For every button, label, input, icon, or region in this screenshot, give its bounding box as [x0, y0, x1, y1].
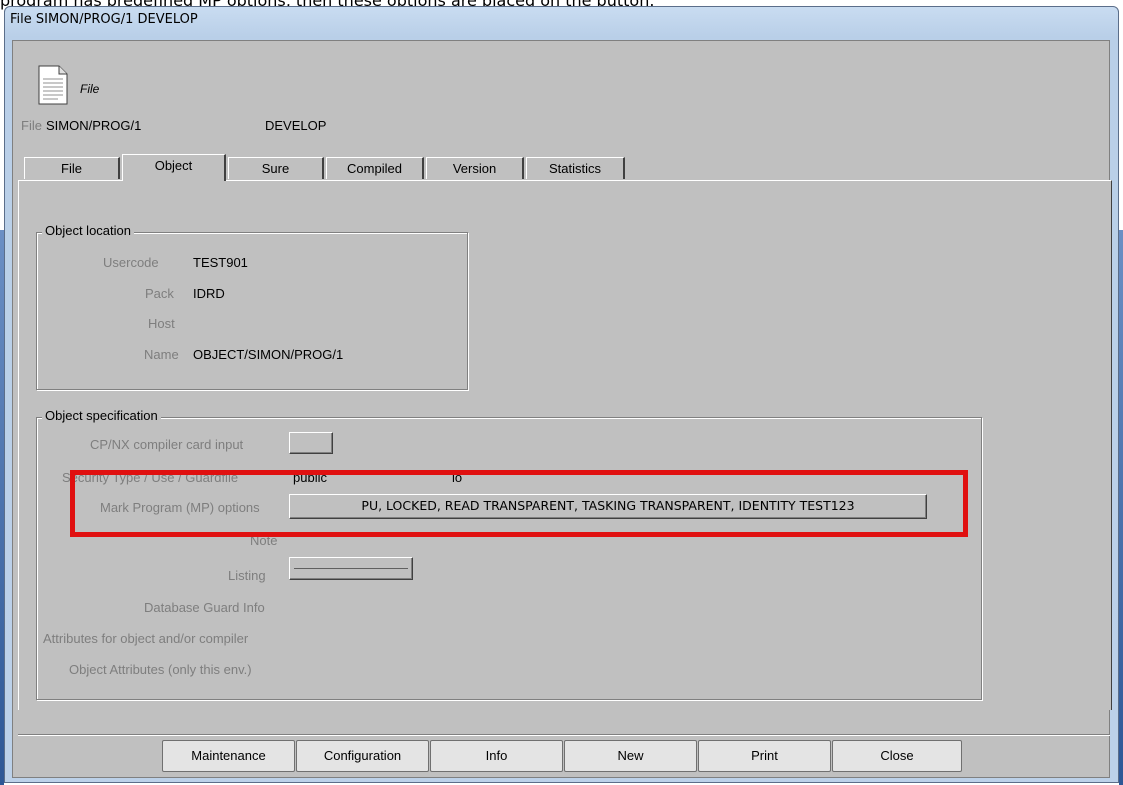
tab-statistics[interactable]: Statistics — [526, 157, 625, 179]
listing-button-line — [294, 568, 408, 569]
new-button[interactable]: New — [564, 740, 697, 772]
file-name: SIMON/PROG/1 — [46, 118, 142, 133]
object-specification-group — [36, 417, 982, 700]
highlight-box — [70, 470, 968, 537]
tab-object[interactable]: Object — [122, 154, 226, 181]
pack-value: IDRD — [193, 286, 225, 301]
tab-version[interactable]: Version — [426, 157, 524, 179]
database-guard-label: Database Guard Info — [144, 600, 265, 615]
name-value: OBJECT/SIMON/PROG/1 — [193, 347, 344, 362]
host-label: Host — [148, 316, 175, 331]
usercode-label: Usercode — [103, 255, 159, 270]
listing-button[interactable] — [289, 557, 413, 580]
tab-file[interactable]: File — [24, 157, 120, 179]
print-button[interactable]: Print — [698, 740, 831, 772]
file-icon — [38, 65, 68, 105]
object-location-title: Object location — [42, 223, 134, 238]
object-attributes-label: Object Attributes (only this env.) — [69, 662, 252, 677]
environment-name: DEVELOP — [265, 118, 327, 133]
tab-compiled[interactable]: Compiled — [326, 157, 424, 179]
close-button[interactable]: Close — [832, 740, 962, 772]
listing-label: Listing — [228, 568, 266, 583]
bottom-separator — [18, 734, 1110, 736]
tab-sure[interactable]: Sure — [228, 157, 324, 179]
maintenance-button[interactable]: Maintenance — [162, 740, 295, 772]
cpnx-label: CP/NX compiler card input — [90, 437, 244, 452]
desktop-edge-right — [1119, 230, 1123, 785]
object-specification-title: Object specification — [42, 408, 161, 423]
pack-label: Pack — [145, 286, 174, 301]
configuration-button[interactable]: Configuration — [296, 740, 429, 772]
window-title: File SIMON/PROG/1 DEVELOP — [10, 12, 198, 27]
attributes-label: Attributes for object and/or compiler — [43, 631, 249, 646]
file-icon-caption: File — [80, 82, 100, 96]
name-label: Name — [144, 347, 179, 362]
usercode-value: TEST901 — [193, 255, 248, 270]
info-button[interactable]: Info — [430, 740, 563, 772]
cpnx-button[interactable] — [289, 432, 333, 454]
file-label: File — [21, 118, 42, 133]
object-location-group — [36, 232, 468, 390]
